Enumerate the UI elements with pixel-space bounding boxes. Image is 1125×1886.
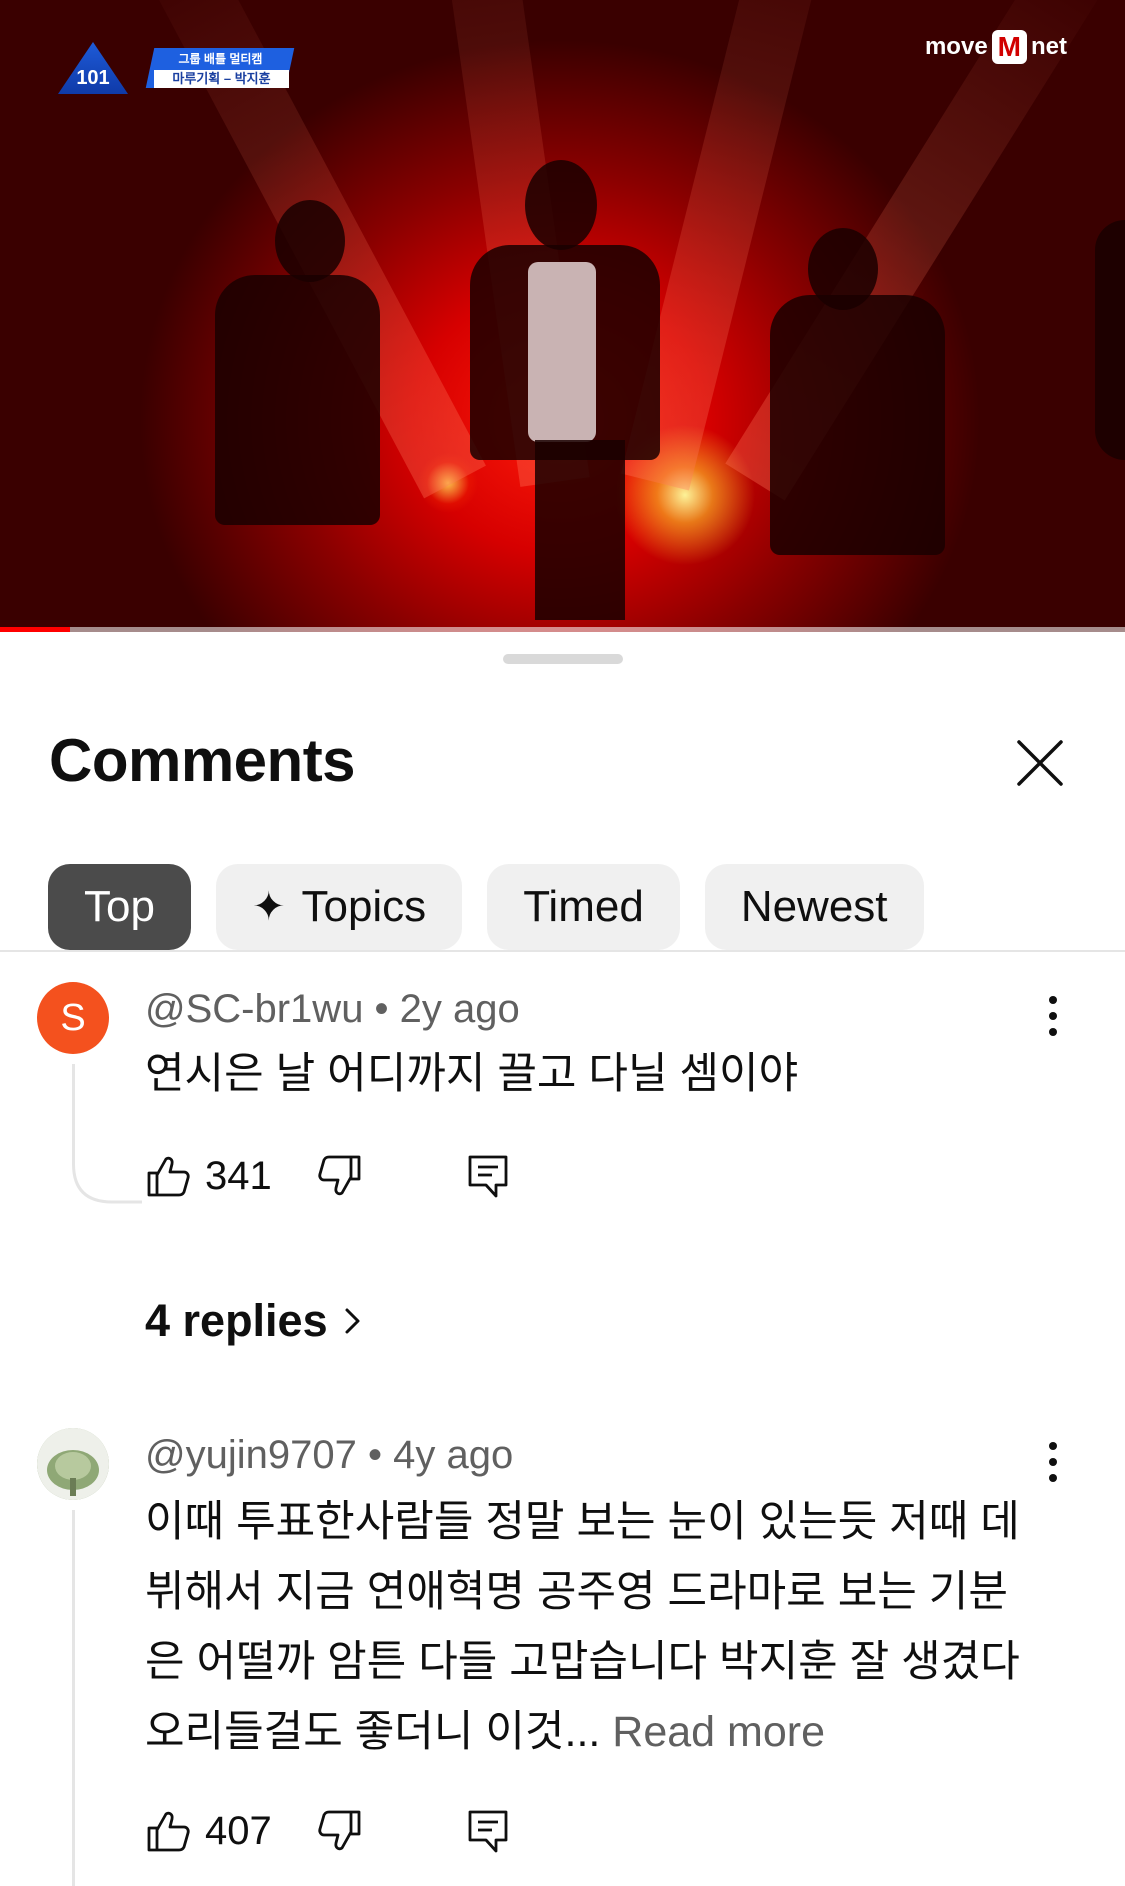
- user-photo-avatar-icon: [37, 1428, 109, 1500]
- show-tag-line1: 그룹 배틀 멀티캠: [178, 52, 263, 66]
- drag-handle[interactable]: [503, 654, 623, 664]
- close-button[interactable]: [1015, 738, 1065, 788]
- like-count: 407: [205, 1808, 272, 1853]
- more-vert-icon: [1049, 1442, 1057, 1482]
- reply-icon[interactable]: [465, 1153, 511, 1199]
- dislike-icon[interactable]: [317, 1808, 363, 1854]
- comment-meta: @yujin9707 • 4y ago: [145, 1433, 513, 1478]
- comment-text: 연시은 날 어디까지 끌고 다닐 셈이야: [145, 1050, 799, 1098]
- comment-age: 4y ago: [393, 1433, 514, 1477]
- reply-thread-line: [72, 1510, 75, 1886]
- comment-actions: 407: [145, 1808, 511, 1854]
- comment-actions: 341: [145, 1153, 511, 1199]
- channel-logo: move M net: [925, 30, 1067, 64]
- reply-thread-connector: [72, 1064, 142, 1204]
- avatar-letter: S: [60, 996, 86, 1039]
- performer-left: [215, 275, 380, 525]
- comment-author[interactable]: @SC-br1wu: [145, 987, 363, 1031]
- channel-logo-m: M: [991, 30, 1027, 64]
- chip-timed[interactable]: Timed: [487, 864, 680, 950]
- more-vert-icon: [1049, 996, 1057, 1036]
- performer-left-head: [275, 200, 345, 282]
- comment-text: 이때 투표한사람들 정말 보는 눈이 있는듯 저때 데뷔해서 지금 연애혁명 공…: [145, 1487, 1025, 1767]
- chip-top-label: Top: [84, 882, 155, 931]
- chip-timed-label: Timed: [523, 882, 644, 931]
- meta-separator: •: [363, 987, 400, 1031]
- comment-author[interactable]: @yujin9707: [145, 1433, 357, 1477]
- meta-separator: •: [356, 1433, 394, 1477]
- channel-logo-suffix: net: [1031, 33, 1067, 60]
- sort-chips: Top ✦ Topics Timed Newest: [48, 864, 924, 950]
- chip-newest-label: Newest: [740, 882, 888, 931]
- comments-sheet: Comments Top ✦ Topics Timed Newest S @SC…: [0, 632, 1125, 1886]
- like-icon[interactable]: [145, 1153, 191, 1199]
- sparkle-icon: ✦: [251, 885, 286, 929]
- performer-center-legs: [535, 440, 625, 620]
- performer-center-shirt: [528, 262, 596, 442]
- video-player[interactable]: 101 그룹 배틀 멀티캠 마루기획 – 박지훈 move M net: [0, 0, 1125, 632]
- performer-edge: [1095, 220, 1125, 460]
- comment-menu-button[interactable]: [1040, 994, 1066, 1038]
- show-tag-line2: 마루기획 – 박지훈: [154, 70, 289, 88]
- comment-meta: @SC-br1wu • 2y ago: [145, 987, 520, 1032]
- chip-newest[interactable]: Newest: [704, 864, 924, 950]
- chip-topics[interactable]: ✦ Topics: [215, 864, 463, 950]
- sheet-title: Comments: [49, 727, 356, 794]
- comment-age: 2y ago: [399, 987, 520, 1031]
- chips-divider: [0, 950, 1125, 952]
- comment-body-text: 이때 투표한사람들 정말 보는 눈이 있는듯 저때 데뷔해서 지금 연애혁명 공…: [145, 1498, 1020, 1756]
- chip-topics-label: Topics: [301, 882, 427, 931]
- like-icon[interactable]: [145, 1808, 191, 1854]
- replies-label: 4 replies: [145, 1295, 328, 1346]
- like-count: 341: [205, 1153, 272, 1198]
- chip-top[interactable]: Top: [48, 864, 191, 950]
- chevron-right-icon: [345, 1308, 360, 1334]
- performer-right: [770, 295, 945, 555]
- produce-101-logo: 101: [58, 42, 128, 94]
- channel-logo-prefix: move: [924, 33, 988, 60]
- read-more-link[interactable]: Read more: [612, 1708, 825, 1756]
- show-logo-badge: 101 그룹 배틀 멀티캠 마루기획 – 박지훈: [58, 42, 295, 94]
- performer-center-head: [525, 160, 597, 250]
- dislike-icon[interactable]: [317, 1153, 363, 1199]
- avatar[interactable]: S: [37, 982, 109, 1054]
- comment-menu-button[interactable]: [1040, 1440, 1066, 1484]
- reply-icon[interactable]: [465, 1808, 511, 1854]
- view-replies-button[interactable]: 4 replies: [145, 1295, 364, 1347]
- close-icon: [1017, 740, 1063, 786]
- avatar[interactable]: [37, 1428, 109, 1500]
